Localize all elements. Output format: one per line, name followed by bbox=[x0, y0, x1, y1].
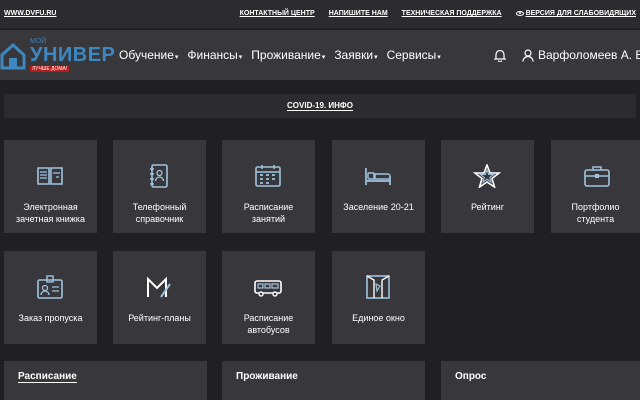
tile-bus-schedule[interactable]: Расписание автобусов bbox=[222, 251, 315, 344]
panel-housing[interactable]: Проживание bbox=[222, 361, 425, 400]
main-menu: Обучение Финансы Проживание Заявки Серви… bbox=[119, 48, 450, 62]
tile-pass-order[interactable]: Заказ пропуска bbox=[4, 251, 97, 344]
menu-item-finance[interactable]: Финансы bbox=[187, 48, 242, 62]
tile-label: Электронная зачетная книжка bbox=[16, 202, 85, 224]
accessibility-link[interactable]: ВЕРСИЯ ДЛЯ СЛАБОВИДЯЩИХ bbox=[515, 10, 636, 17]
logo[interactable]: МОЙ УНИВЕР ЛУЧШЕ ДОМА! bbox=[0, 38, 115, 74]
badge-icon bbox=[37, 275, 63, 299]
tile-single-window[interactable]: Единое окно bbox=[332, 251, 425, 344]
menu-item-education[interactable]: Обучение bbox=[119, 48, 178, 62]
tile-class-schedule[interactable]: Расписание занятий bbox=[222, 140, 315, 233]
tech-support-link[interactable]: ТЕХНИЧЕСКАЯ ПОДДЕРЖКА bbox=[402, 10, 502, 17]
tile-rating[interactable]: Рейтинг bbox=[441, 140, 534, 233]
window-icon bbox=[366, 275, 390, 299]
panel-title[interactable]: Расписание bbox=[18, 371, 77, 383]
contact-center-link[interactable]: КОНТАКТНЫЙ ЦЕНТР bbox=[240, 10, 315, 17]
top-links: КОНТАКТНЫЙ ЦЕНТР НАПИШИТЕ НАМ ТЕХНИЧЕСКА… bbox=[226, 10, 636, 17]
tile-record-book[interactable]: Электронная зачетная книжка bbox=[4, 140, 97, 233]
tile-check-in[interactable]: Заселение 20-21 bbox=[332, 140, 425, 233]
user-name[interactable]: Варфоломеев А. В. bbox=[538, 48, 640, 62]
book-icon bbox=[37, 167, 63, 185]
panel-schedule[interactable]: Расписание bbox=[4, 361, 207, 400]
briefcase-icon bbox=[584, 166, 610, 187]
menu-item-housing[interactable]: Проживание bbox=[251, 48, 325, 62]
tile-label: Заселение 20-21 bbox=[343, 202, 414, 212]
tile-label: Заказ пропуска bbox=[18, 313, 83, 323]
covid-info-link[interactable]: COVID-19. ИНФО bbox=[287, 101, 353, 111]
write-us-link[interactable]: НАПИШИТЕ НАМ bbox=[329, 10, 388, 17]
logo-slogan: ЛУЧШЕ ДОМА! bbox=[30, 66, 70, 72]
panel-survey[interactable]: Опрос bbox=[441, 361, 640, 400]
calendar-icon bbox=[255, 165, 281, 187]
tile-phonebook[interactable]: Телефонный справочник bbox=[113, 140, 206, 233]
eye-icon bbox=[515, 10, 524, 16]
panel-title: Опрос bbox=[455, 371, 487, 382]
menu-item-services[interactable]: Сервисы bbox=[387, 48, 441, 62]
tile-label: Единое окно bbox=[352, 313, 405, 323]
bed-icon bbox=[365, 168, 391, 185]
tile-rating-plans[interactable]: Рейтинг-планы bbox=[113, 251, 206, 344]
tile-label: Расписание занятий bbox=[243, 202, 294, 224]
bell-icon[interactable] bbox=[494, 49, 506, 62]
bus-icon bbox=[254, 280, 282, 297]
rating-plan-icon bbox=[147, 276, 171, 298]
user-icon[interactable] bbox=[522, 49, 534, 62]
panel-title: Проживание bbox=[236, 371, 298, 382]
logo-name: УНИВЕР bbox=[30, 44, 116, 66]
phonebook-icon bbox=[150, 164, 168, 188]
tile-label: Расписание автобусов bbox=[243, 313, 294, 335]
tile-portfolio[interactable]: Портфолио студента bbox=[551, 140, 640, 233]
main-navbar: МОЙ УНИВЕР ЛУЧШЕ ДОМА! Обучение Финансы … bbox=[0, 30, 640, 80]
site-link[interactable]: WWW.DVFU.RU bbox=[4, 10, 57, 17]
house-logo-icon bbox=[0, 42, 26, 70]
star-icon bbox=[473, 164, 501, 188]
menu-item-requests[interactable]: Заявки bbox=[334, 48, 377, 62]
tile-label: Портфолио студента bbox=[571, 202, 620, 224]
top-bar: WWW.DVFU.RU КОНТАКТНЫЙ ЦЕНТР НАПИШИТЕ НА… bbox=[0, 0, 640, 28]
tile-label: Рейтинг-планы bbox=[128, 313, 191, 323]
tile-label: Рейтинг bbox=[470, 202, 505, 212]
covid-info-bar[interactable]: COVID-19. ИНФО bbox=[4, 94, 636, 118]
accessibility-label: ВЕРСИЯ ДЛЯ СЛАБОВИДЯЩИХ bbox=[525, 10, 636, 17]
tile-label: Телефонный справочник bbox=[132, 202, 187, 224]
